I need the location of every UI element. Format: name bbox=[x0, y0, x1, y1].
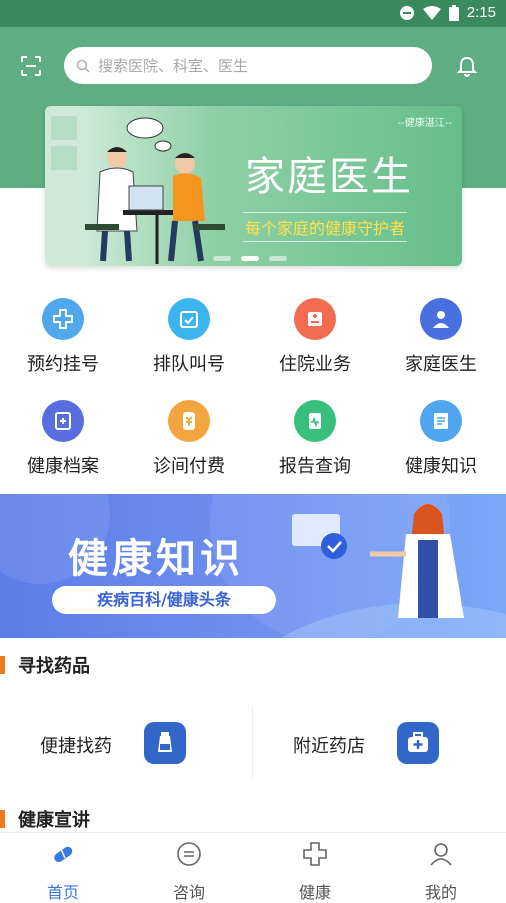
grid-item-appointment[interactable]: 预约挂号 bbox=[0, 298, 126, 376]
grid-item-health-knowledge[interactable]: 健康知识 bbox=[378, 400, 504, 478]
dnd-icon bbox=[399, 5, 414, 20]
pagination-dot[interactable] bbox=[269, 256, 287, 261]
section-title: 寻找药品 bbox=[18, 656, 90, 677]
bottom-tab-bar: 首页 咨询 健康 我的 bbox=[0, 832, 506, 903]
tab-mine[interactable]: 我的 bbox=[378, 841, 504, 903]
tab-consult[interactable]: 咨询 bbox=[126, 841, 252, 903]
grid-item-payment[interactable]: 诊间付费 bbox=[126, 400, 252, 478]
wifi-icon bbox=[422, 5, 441, 20]
section-accent-bar bbox=[0, 656, 5, 674]
report-icon bbox=[294, 400, 336, 442]
grid-label: 预约挂号 bbox=[27, 354, 99, 375]
medicine-kit-icon bbox=[397, 722, 439, 764]
knowledge-title: 健康知识 bbox=[68, 536, 244, 582]
tab-label: 健康 bbox=[298, 883, 331, 902]
drug-label: 附近药店 bbox=[293, 736, 365, 757]
tab-health[interactable]: 健康 bbox=[252, 841, 378, 903]
banner-subtitle: 每个家庭的健康守护者 bbox=[243, 212, 408, 242]
search-input[interactable]: 搜索医院、科室、医生 bbox=[64, 47, 432, 84]
tab-label: 我的 bbox=[424, 883, 457, 902]
banner-brand: --健康湛江-- bbox=[397, 118, 452, 129]
hospital-bed-icon bbox=[294, 298, 336, 340]
grid-item-report[interactable]: 报告查询 bbox=[252, 400, 378, 478]
banner-title: 家庭医生 bbox=[245, 154, 413, 200]
search-placeholder: 搜索医院、科室、医生 bbox=[98, 58, 249, 75]
section-accent-bar bbox=[0, 810, 5, 828]
quick-find-drug[interactable]: 便捷找药 bbox=[0, 706, 253, 778]
nearby-pharmacy[interactable]: 附近药店 bbox=[253, 706, 506, 778]
grid-item-inpatient[interactable]: 住院业务 bbox=[252, 298, 378, 376]
pagination-dot-active[interactable] bbox=[241, 256, 259, 261]
drug-label: 便捷找药 bbox=[40, 736, 112, 757]
tab-home[interactable]: 首页 bbox=[0, 841, 126, 903]
medicine-bottle-icon bbox=[144, 722, 186, 764]
bell-icon[interactable] bbox=[456, 55, 478, 77]
home-pill-icon bbox=[54, 846, 73, 863]
tab-label: 咨询 bbox=[172, 883, 205, 902]
grid-label: 家庭医生 bbox=[405, 354, 477, 375]
scan-icon[interactable] bbox=[20, 55, 42, 77]
grid-label: 报告查询 bbox=[279, 456, 351, 477]
doctor-consultation-illustration bbox=[45, 106, 225, 266]
health-record-icon bbox=[42, 400, 84, 442]
knowledge-subtitle[interactable]: 疾病百科/健康头条 bbox=[52, 586, 276, 614]
payment-icon bbox=[168, 400, 210, 442]
status-bar: 2:15 bbox=[0, 0, 506, 27]
health-cross-icon bbox=[303, 842, 327, 866]
section-health-talks: 健康宣讲 bbox=[0, 806, 90, 832]
grid-item-queue[interactable]: 排队叫号 bbox=[126, 298, 252, 376]
book-icon bbox=[420, 400, 462, 442]
chat-icon bbox=[177, 842, 201, 866]
battery-icon bbox=[448, 4, 459, 21]
plus-cross-icon bbox=[42, 298, 84, 340]
search-icon bbox=[76, 59, 90, 73]
user-icon bbox=[430, 843, 452, 866]
pagination-dot[interactable] bbox=[213, 256, 231, 261]
grid-label: 健康档案 bbox=[27, 456, 99, 477]
grid-item-health-record[interactable]: 健康档案 bbox=[0, 400, 126, 478]
family-doctor-banner[interactable]: --健康湛江-- 家庭医生 每个家庭的健康守护者 bbox=[45, 106, 462, 266]
calendar-check-icon bbox=[168, 298, 210, 340]
grid-item-family-doctor[interactable]: 家庭医生 bbox=[378, 298, 504, 376]
tab-label: 首页 bbox=[46, 883, 79, 902]
section-find-drugs: 寻找药品 bbox=[0, 652, 90, 678]
banner-pagination bbox=[213, 256, 287, 261]
grid-label: 排队叫号 bbox=[153, 354, 225, 375]
grid-label: 健康知识 bbox=[405, 456, 477, 477]
status-time: 2:15 bbox=[466, 4, 496, 21]
grid-label: 住院业务 bbox=[279, 354, 351, 375]
section-title: 健康宣讲 bbox=[18, 810, 90, 831]
grid-label: 诊间付费 bbox=[153, 456, 225, 477]
doctor-icon bbox=[420, 298, 462, 340]
